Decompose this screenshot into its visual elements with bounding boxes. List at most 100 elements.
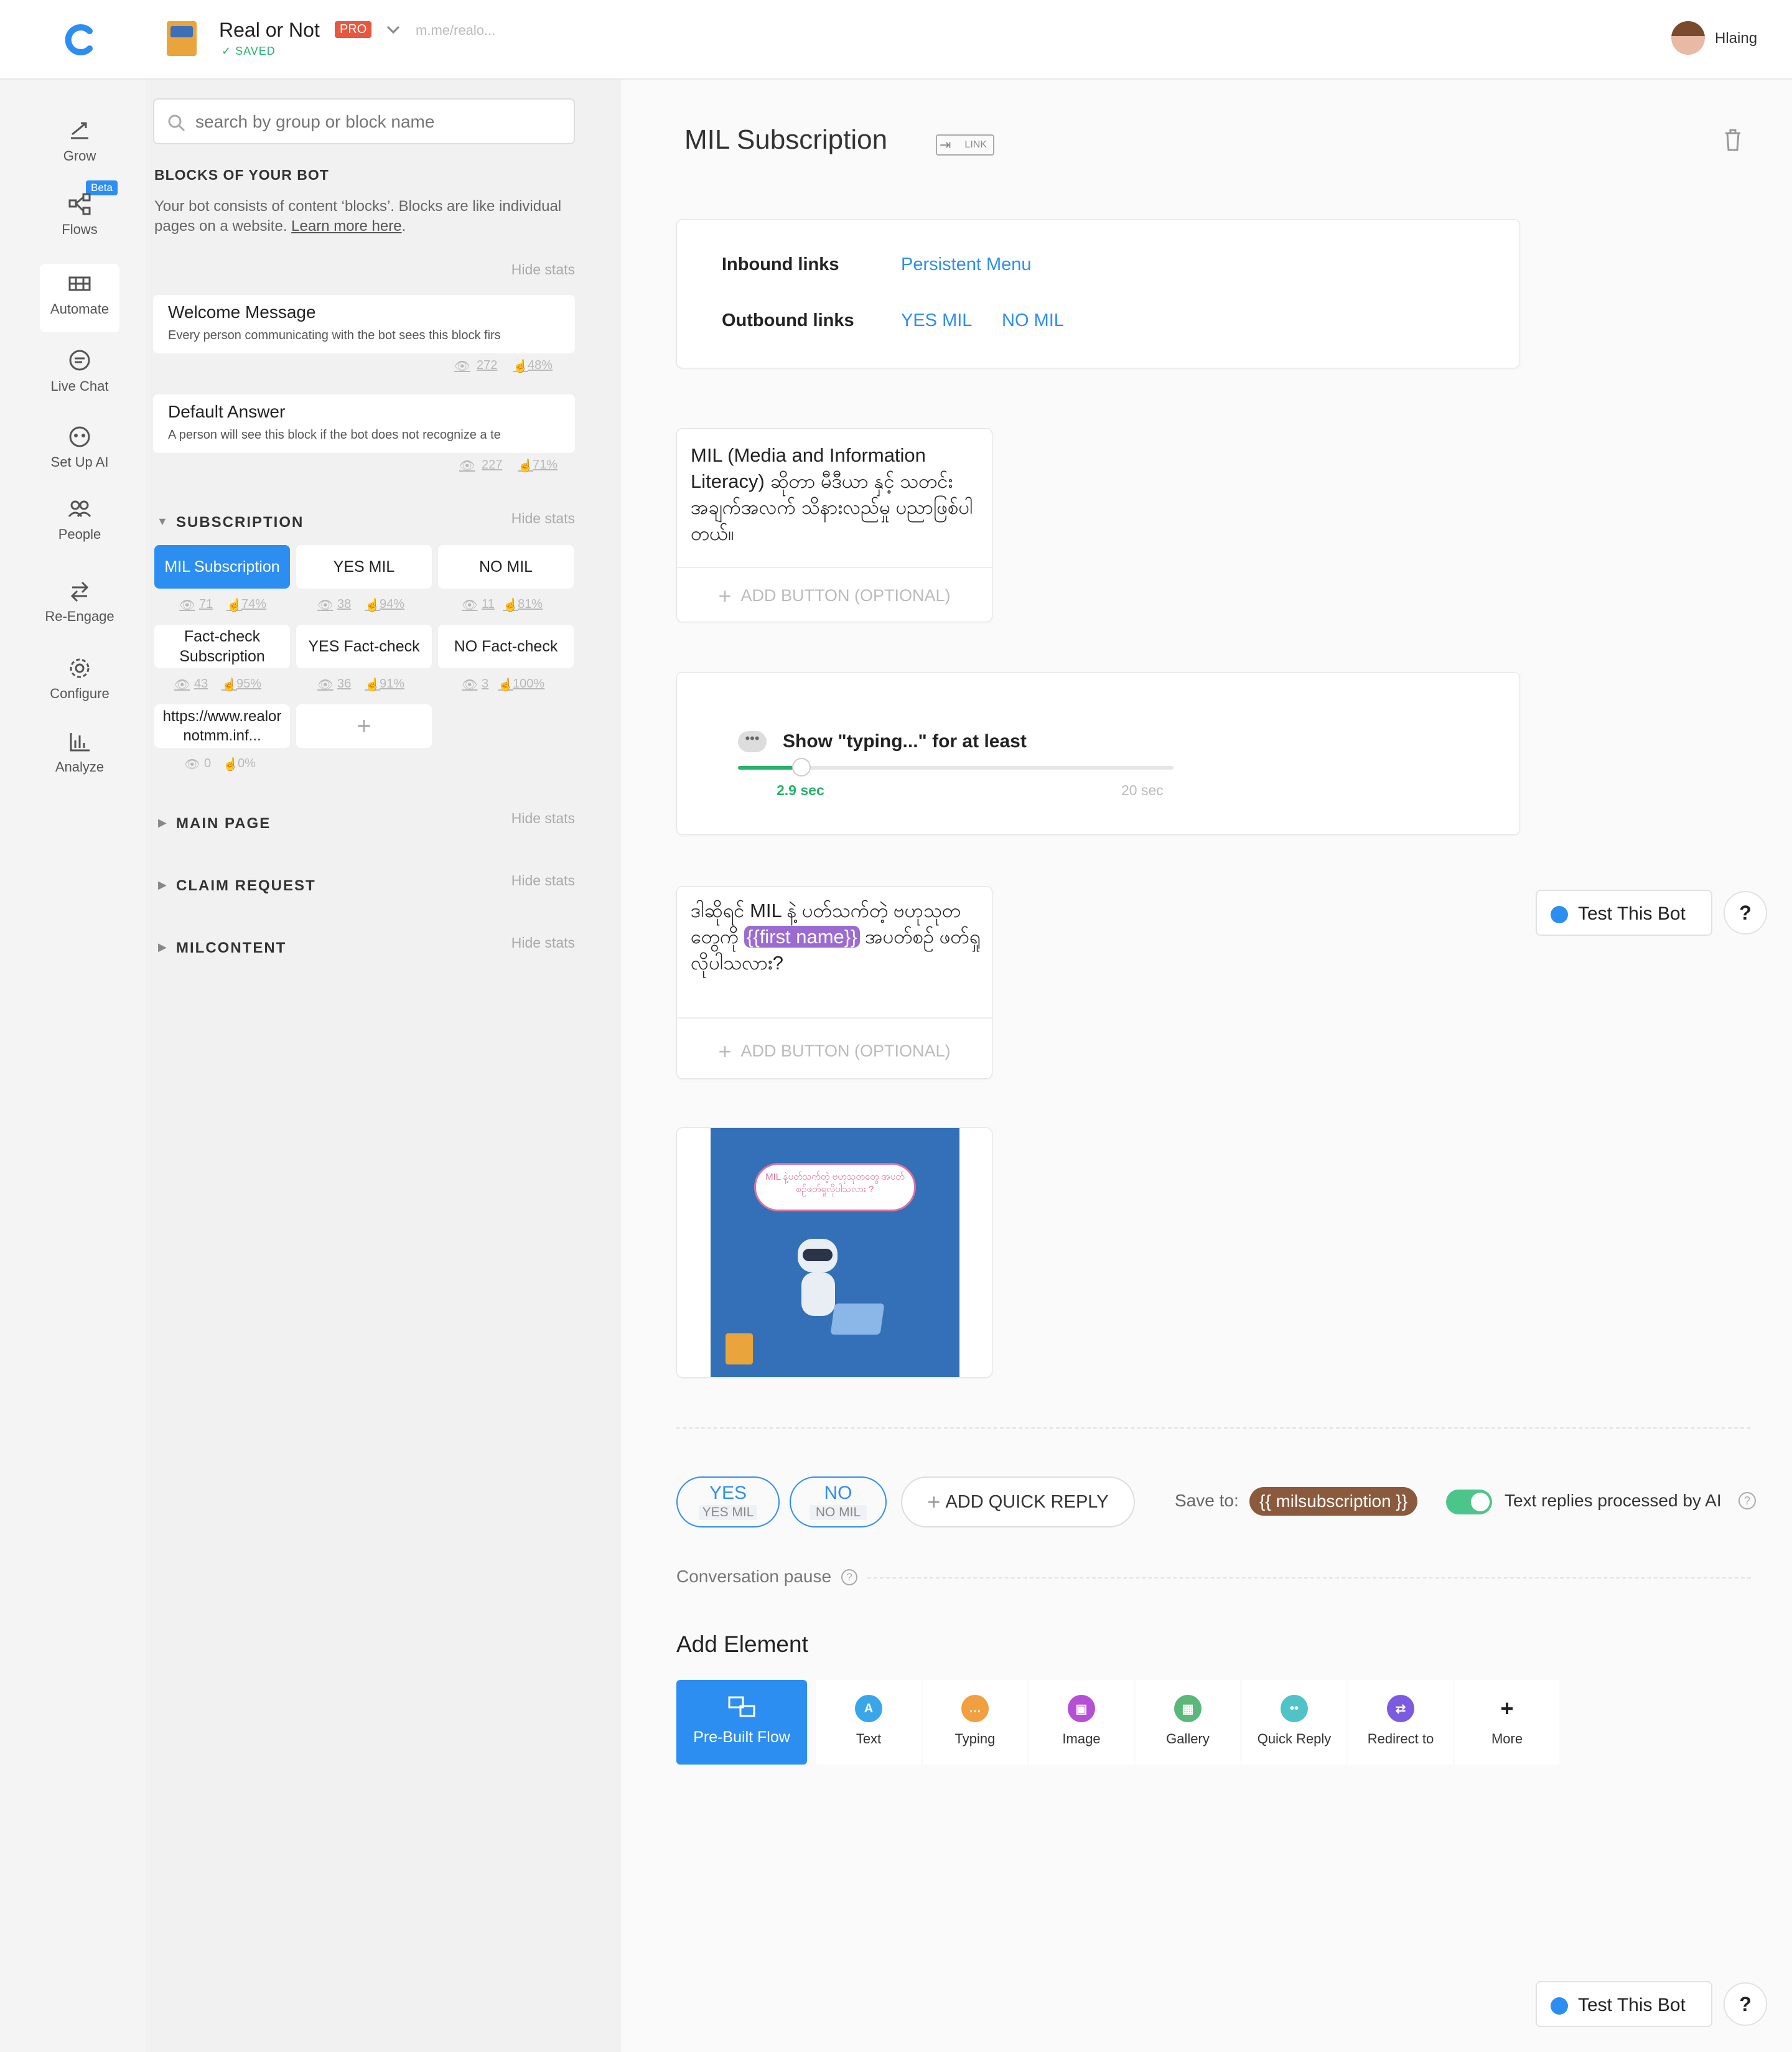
- views-stat[interactable]: 71: [199, 597, 213, 612]
- views-stat[interactable]: 43: [194, 677, 208, 691]
- outbound-link-no-mil[interactable]: NO MIL: [1002, 310, 1064, 331]
- clicks-stat[interactable]: 94%: [380, 597, 404, 612]
- element-text[interactable]: A Text: [816, 1680, 921, 1765]
- nav-reengage[interactable]: Re-Engage: [40, 579, 119, 647]
- chip-url-block[interactable]: https://www.realornotmm.inf...: [154, 704, 290, 748]
- quick-reply-yes[interactable]: YES YES MIL: [676, 1476, 780, 1527]
- views-stat[interactable]: 227: [482, 458, 502, 472]
- block-default-answer[interactable]: Default Answer A person will see this bl…: [153, 394, 575, 453]
- hide-stats-link[interactable]: Hide stats: [511, 935, 575, 951]
- search-input[interactable]: [195, 110, 562, 134]
- outbound-link-yes-mil[interactable]: YES MIL: [901, 310, 972, 331]
- hide-stats-link[interactable]: Hide stats: [511, 872, 575, 889]
- typing-dots-icon: •••: [738, 731, 767, 752]
- help-button[interactable]: ?: [1724, 891, 1767, 935]
- chip-mil-subscription[interactable]: MIL Subscription: [154, 545, 290, 589]
- trash-icon[interactable]: [1724, 128, 1742, 152]
- element-image[interactable]: ▣ Image: [1029, 1680, 1134, 1765]
- views-stat[interactable]: 36: [337, 677, 351, 691]
- learn-more-link[interactable]: Learn more here: [291, 218, 401, 235]
- chip-yes-fact-check[interactable]: YES Fact-check: [296, 625, 432, 668]
- gear-icon: [70, 658, 90, 678]
- element-quick-reply[interactable]: •• Quick Reply: [1242, 1680, 1346, 1765]
- info-icon[interactable]: ?: [841, 1569, 857, 1585]
- element-label: More: [1491, 1731, 1523, 1747]
- chatfuel-logo[interactable]: [62, 22, 97, 57]
- hide-stats-link[interactable]: Hide stats: [511, 810, 575, 827]
- nav-setup-ai[interactable]: Set Up AI: [40, 424, 119, 493]
- block-welcome[interactable]: Welcome Message Every person communicati…: [153, 295, 575, 353]
- element-more[interactable]: + More: [1455, 1680, 1559, 1765]
- clicks-stat[interactable]: 48%: [528, 358, 553, 373]
- first-name-variable[interactable]: {{first name}}: [744, 926, 860, 948]
- clicks-stat[interactable]: 91%: [380, 677, 404, 691]
- clicks-stat[interactable]: 71%: [533, 458, 558, 472]
- save-variable[interactable]: {{ milsubscription }}: [1249, 1487, 1418, 1516]
- test-bot-button[interactable]: Test This Bot: [1536, 890, 1712, 936]
- views-stat[interactable]: 272: [477, 358, 497, 373]
- nav-people[interactable]: People: [40, 497, 119, 565]
- inbound-link-persistent-menu[interactable]: Persistent Menu: [901, 254, 1032, 275]
- nav-live-chat[interactable]: Live Chat: [40, 348, 119, 417]
- chip-no-fact-check[interactable]: NO Fact-check: [438, 625, 574, 668]
- add-quick-reply-button[interactable]: + ADD QUICK REPLY: [901, 1476, 1135, 1527]
- link-badge[interactable]: ⇥ LINK: [936, 134, 994, 156]
- chevron-down-icon[interactable]: [386, 25, 401, 35]
- info-icon[interactable]: ?: [1738, 1492, 1756, 1509]
- outbound-links-label: Outbound links: [722, 310, 854, 330]
- typing-slider[interactable]: [738, 758, 1174, 776]
- bot-url[interactable]: m.me/realo...: [416, 22, 495, 39]
- block-title[interactable]: MIL Subscription: [684, 124, 887, 156]
- hide-stats-row: Hide stats: [146, 261, 575, 280]
- chip-stats: 👁 11 ☝ 81%: [462, 597, 543, 612]
- nav-configure[interactable]: Configure: [40, 656, 119, 724]
- chip-no-mil[interactable]: NO MIL: [438, 545, 574, 589]
- user-name[interactable]: Hlaing: [1715, 30, 1757, 47]
- search-box[interactable]: [153, 98, 575, 144]
- typing-max: 20 sec: [1121, 782, 1164, 798]
- test-bot-button[interactable]: Test This Bot: [1536, 1981, 1712, 2027]
- element-gallery[interactable]: ▦ Gallery: [1136, 1680, 1240, 1765]
- chat-icon: [69, 350, 90, 371]
- nav-automate[interactable]: Automate: [40, 264, 119, 332]
- chip-yes-mil[interactable]: YES MIL: [296, 545, 432, 589]
- eye-icon: 👁: [454, 360, 470, 373]
- element-typing[interactable]: … Typing: [923, 1680, 1027, 1765]
- element-redirect[interactable]: ⇄ Redirect to: [1348, 1680, 1453, 1765]
- add-button-label: ADD BUTTON (OPTIONAL): [740, 1042, 951, 1060]
- add-block-button[interactable]: +: [296, 704, 432, 748]
- views-stat[interactable]: 38: [337, 597, 351, 612]
- add-button-optional[interactable]: + ADD BUTTON (OPTIONAL): [677, 1038, 992, 1065]
- add-button-optional[interactable]: + ADD BUTTON (OPTIONAL): [677, 583, 992, 609]
- quick-reply-no[interactable]: NO NO MIL: [790, 1476, 887, 1527]
- chip-fact-check-subscription[interactable]: Fact-check Subscription: [154, 625, 290, 668]
- nav-grow[interactable]: Grow: [40, 118, 119, 187]
- message-text[interactable]: ဒါဆိုရင် MIL နဲ့ ပတ်သက်တဲ့ ဗဟုသုတတွေကို …: [691, 898, 981, 976]
- help-button[interactable]: ?: [1724, 1982, 1767, 2026]
- message-image[interactable]: MIL နဲ့ပတ်သက်တဲ့ ဗဟုသုတတွေ အပတ်စဥ်ဖတ်ရှု…: [711, 1128, 959, 1377]
- element-label: Quick Reply: [1257, 1731, 1332, 1747]
- redirect-icon: ⇄: [1387, 1695, 1414, 1722]
- clicks-stat[interactable]: 74%: [241, 597, 266, 612]
- views-stat[interactable]: 11: [482, 597, 495, 612]
- views-stat[interactable]: 3: [482, 677, 488, 691]
- check-icon: ✓: [222, 45, 232, 57]
- bot-avatar[interactable]: [167, 21, 197, 56]
- avatar[interactable]: [1671, 21, 1705, 55]
- clicks-stat[interactable]: 95%: [236, 677, 261, 691]
- nav-analyze[interactable]: Analyze: [40, 729, 119, 798]
- clicks-stat[interactable]: 81%: [518, 597, 543, 612]
- hide-stats-link[interactable]: Hide stats: [511, 261, 575, 278]
- ai-toggle[interactable]: [1446, 1490, 1492, 1514]
- eye-icon: 👁: [459, 459, 475, 473]
- clicks-stat[interactable]: 100%: [513, 677, 544, 691]
- plus-icon: +: [357, 712, 371, 740]
- quick-reply-label: YES: [709, 1483, 747, 1503]
- typing-slider-handle[interactable]: [792, 758, 811, 776]
- nav-flows[interactable]: Flows: [40, 192, 119, 260]
- hide-stats-link[interactable]: Hide stats: [511, 510, 575, 527]
- bot-name[interactable]: Real or Not: [219, 19, 320, 42]
- message-text[interactable]: MIL (Media and Information Literacy) ဆို…: [691, 442, 981, 547]
- element-prebuilt-flow[interactable]: Pre-Built Flow: [676, 1680, 807, 1765]
- quick-reply-target: NO MIL: [810, 1505, 867, 1520]
